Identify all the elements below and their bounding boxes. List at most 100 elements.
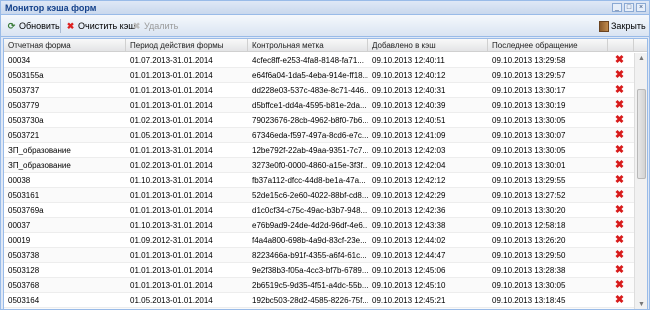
delete-row-icon[interactable]: ✖	[614, 280, 625, 291]
table-cell: 0503737	[8, 86, 40, 95]
column-header-form[interactable]: Отчетная форма	[4, 39, 126, 52]
delete-row-icon[interactable]: ✖	[614, 295, 625, 306]
table-cell: 192bc503-28d2-4585-8226-75f...	[252, 296, 368, 305]
table-row[interactable]: ЗП_образование 01.01.2013-31.01.2014 12be7…	[4, 143, 634, 158]
table-cell: 09.10.2013 12:42:12	[372, 176, 446, 185]
table-row[interactable]: 00034 01.07.2013-31.01.2014 4cfec8ff-e253-…	[4, 53, 634, 68]
delete-row-icon[interactable]: ✖	[614, 130, 625, 141]
table-cell: 0503730a	[8, 116, 44, 125]
table-cell: 09.10.2013 12:40:31	[372, 86, 446, 95]
table-row[interactable]: 0503737 01.01.2013-01.01.2014 dd228e03-537…	[4, 83, 634, 98]
table-cell: 01.07.2013-31.01.2014	[130, 56, 213, 65]
delete-row-icon[interactable]: ✖	[614, 235, 625, 246]
delete-row-icon[interactable]: ✖	[614, 145, 625, 156]
table-row[interactable]: 0503779 01.01.2013-01.01.2014 d5bffce1-dd4…	[4, 98, 634, 113]
cache-monitor-window: Монитор кэша форм _ □ × ⟳ Обновить ✖ Очи…	[0, 0, 650, 310]
maximize-icon[interactable]: □	[624, 3, 634, 12]
table-cell: 67346eda-f597-497a-8cd6-e7c...	[252, 131, 368, 140]
table-row[interactable]: 00038 01.10.2013-31.01.2014 fb37a112-dfcc-…	[4, 173, 634, 188]
table-cell: 2b6519c5-9d35-4f51-a4dc-55b...	[252, 281, 368, 290]
table-cell: 01.02.2013-01.01.2014	[130, 116, 213, 125]
delete-row-icon[interactable]: ✖	[614, 250, 625, 261]
table-cell: 12be792f-22ab-49aa-9351-7c7...	[252, 146, 368, 155]
column-header-mark[interactable]: Контрольная метка	[248, 39, 368, 52]
table-row[interactable]: 00019 01.09.2012-31.01.2014 f4a4a800-698b-…	[4, 233, 634, 248]
door-icon	[599, 20, 609, 32]
delete-row-icon[interactable]: ✖	[614, 220, 625, 231]
delete-row-icon[interactable]: ✖	[614, 175, 625, 186]
table-cell: 09.10.2013 13:29:55	[492, 176, 566, 185]
table-cell: 0503161	[8, 191, 40, 200]
table-cell: fb37a112-dfcc-44d8-be1a-47a...	[252, 176, 366, 185]
delete-row-icon[interactable]: ✖	[614, 115, 625, 126]
delete-button[interactable]: ✖ Удалить	[131, 19, 179, 33]
close-window-icon[interactable]: ×	[636, 3, 646, 12]
scroll-down-icon[interactable]: ▼	[636, 300, 647, 309]
column-header-last-access[interactable]: Последнее обращение	[488, 39, 608, 52]
scroll-up-icon[interactable]: ▲	[636, 54, 647, 64]
table-cell: 0503779	[8, 101, 40, 110]
refresh-button[interactable]: ⟳ Обновить	[6, 19, 60, 33]
clear-cache-button[interactable]: ✖ Очистить кэш	[65, 19, 136, 33]
delete-row-icon[interactable]: ✖	[614, 85, 625, 96]
column-header-period[interactable]: Период действия формы	[126, 39, 248, 52]
table-row[interactable]: 0503769a 01.01.2013-01.01.2014 d1c0cf34-c7…	[4, 203, 634, 218]
table-cell: 09.10.2013 12:45:06	[372, 266, 446, 275]
table-row[interactable]: 0503164 01.05.2013-01.01.2014 192bc503-28d…	[4, 293, 634, 308]
table-cell: 52de15c6-2e60-4022-88bf-cd8...	[252, 191, 368, 200]
table-cell: 9e2f38b3-f05a-4cc3-bf7b-6789...	[252, 266, 368, 275]
table-cell: 09.10.2013 13:29:58	[492, 56, 566, 65]
column-header-added[interactable]: Добавлено в кэш	[368, 39, 488, 52]
table-cell: f4a4a800-698b-4a9d-83cf-23e...	[252, 236, 367, 245]
refresh-label: Обновить	[19, 21, 60, 31]
table-cell: 00038	[8, 176, 31, 185]
table-cell: 09.10.2013 12:42:29	[372, 191, 446, 200]
table-cell: 09.10.2013 12:42:36	[372, 206, 446, 215]
table-row[interactable]: 0503730a 01.02.2013-01.01.2014 79023676-28…	[4, 113, 634, 128]
table-cell: 01.10.2013-31.01.2014	[130, 221, 213, 230]
delete-row-icon[interactable]: ✖	[614, 160, 625, 171]
minimize-icon[interactable]: _	[612, 3, 622, 12]
delete-row-icon[interactable]: ✖	[614, 190, 625, 201]
grid-rows: 00034 01.07.2013-31.01.2014 4cfec8ff-e253-…	[4, 53, 634, 309]
table-row[interactable]: 0503155a 01.01.2013-01.01.2014 e64f6a04-1d…	[4, 68, 634, 83]
table-cell: 01.01.2013-01.01.2014	[130, 206, 213, 215]
clear-icon: ✖	[66, 20, 75, 31]
table-cell: 09.10.2013 12:45:21	[372, 296, 446, 305]
table-cell: 0503769a	[8, 206, 44, 215]
table-row[interactable]: ЗП_образование 01.02.2013-01.01.2014 3273e…	[4, 158, 634, 173]
table-cell: d5bffce1-dd4a-4595-b81e-2da...	[252, 101, 367, 110]
scroll-thumb[interactable]	[637, 89, 646, 179]
window-title: Монитор кэша форм	[5, 3, 97, 13]
table-cell: 09.10.2013 12:44:02	[372, 236, 446, 245]
table-row[interactable]: 00037 01.10.2013-31.01.2014 e76b9ad9-24de-…	[4, 218, 634, 233]
delete-label: Удалить	[144, 21, 179, 31]
table-row[interactable]: 0503721 01.05.2013-01.01.2014 67346eda-f59…	[4, 128, 634, 143]
table-cell: 00019	[8, 236, 31, 245]
table-row[interactable]: 0503768 01.01.2013-01.01.2014 2b6519c5-9d3…	[4, 278, 634, 293]
table-row[interactable]: 0503128 01.01.2013-01.01.2014 9e2f38b3-f05…	[4, 263, 634, 278]
table-cell: 09.10.2013 13:30:07	[492, 131, 566, 140]
window-tools: _ □ ×	[612, 3, 646, 12]
table-cell: e64f6a04-1da5-4eba-914e-ff18...	[252, 71, 368, 80]
table-cell: 0503721	[8, 131, 40, 140]
table-cell: 01.01.2013-01.01.2014	[130, 266, 213, 275]
delete-row-icon[interactable]: ✖	[614, 265, 625, 276]
table-row[interactable]: 0503738 01.01.2013-01.01.2014 8223466a-b91…	[4, 248, 634, 263]
close-button[interactable]: Закрыть	[599, 19, 646, 33]
delete-row-icon[interactable]: ✖	[614, 100, 625, 111]
toolbar: ⟳ Обновить ✖ Очистить кэш ✖ Удалить Закр…	[1, 15, 649, 37]
table-cell: 09.10.2013 12:42:03	[372, 146, 446, 155]
vertical-scrollbar[interactable]: ▲ ▼	[634, 53, 647, 309]
table-cell: 09.10.2013 13:30:01	[492, 161, 566, 170]
delete-row-icon[interactable]: ✖	[614, 205, 625, 216]
table-cell: 3273e0f0-0000-4860-a15e-3f3f...	[252, 161, 368, 170]
table-row[interactable]: 0503161 01.01.2013-01.01.2014 52de15c6-2e6…	[4, 188, 634, 203]
table-cell: 09.10.2013 12:40:39	[372, 101, 446, 110]
table-cell: 09.10.2013 12:41:09	[372, 131, 446, 140]
table-cell: 09.10.2013 12:40:11	[372, 56, 445, 65]
table-cell: 09.10.2013 13:30:05	[492, 116, 566, 125]
table-cell: 09.10.2013 12:45:10	[372, 281, 446, 290]
delete-row-icon[interactable]: ✖	[614, 70, 625, 81]
delete-row-icon[interactable]: ✖	[614, 55, 625, 66]
